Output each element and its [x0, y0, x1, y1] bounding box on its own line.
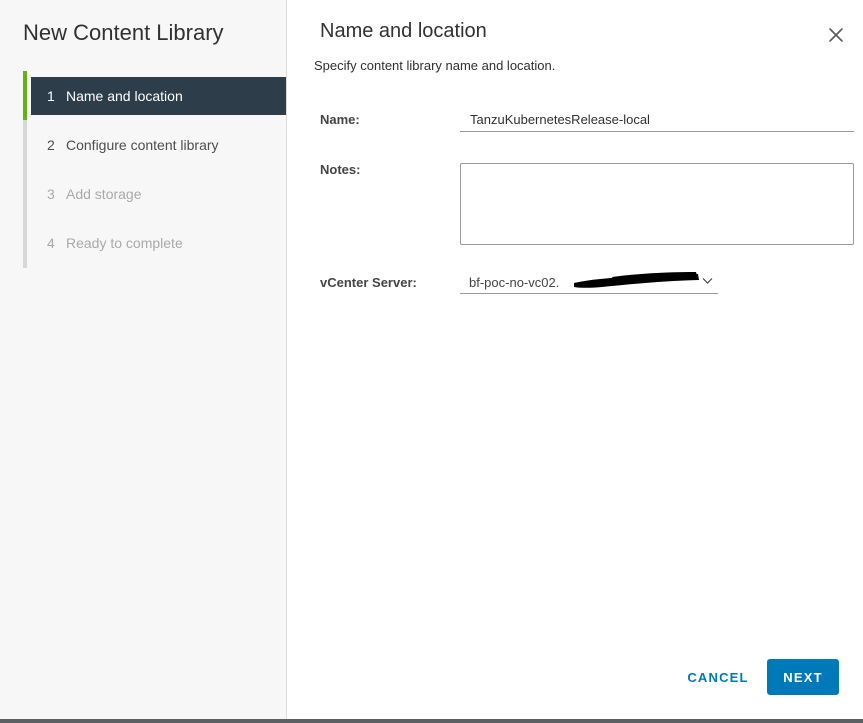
notes-textarea[interactable] — [460, 163, 854, 245]
name-label: Name: — [320, 112, 360, 127]
next-button[interactable]: NEXT — [767, 659, 839, 695]
cancel-button[interactable]: CANCEL — [680, 659, 756, 695]
step-number: 2 — [47, 137, 55, 153]
vcenter-server-select[interactable]: bf-poc-no-vc02. — [460, 272, 718, 294]
step-number: 1 — [47, 88, 55, 104]
vcenter-server-label: vCenter Server: — [320, 275, 417, 290]
vcenter-server-value: bf-poc-no-vc02. — [469, 275, 560, 290]
step-ready-to-complete: 4 Ready to complete — [31, 224, 286, 262]
step-configure-content-library[interactable]: 2 Configure content library — [31, 126, 286, 164]
background-strip — [0, 719, 863, 723]
wizard-title: New Content Library — [23, 20, 224, 45]
close-button[interactable] — [826, 25, 846, 45]
name-input[interactable] — [460, 108, 854, 132]
step-add-storage: 3 Add storage — [31, 175, 286, 213]
redaction-mark — [574, 272, 699, 288]
step-label: Ready to complete — [66, 235, 183, 251]
step-label: Add storage — [66, 186, 142, 202]
step-label: Configure content library — [66, 137, 219, 153]
close-icon — [829, 28, 843, 42]
step-number: 3 — [47, 186, 55, 202]
step-name-and-location[interactable]: 1 Name and location — [31, 77, 286, 115]
step-list: 1 Name and location 2 Configure content … — [23, 71, 286, 268]
wizard-step-panel: New Content Library 1 Name and location … — [0, 0, 287, 719]
new-content-library-wizard: New Content Library 1 Name and location … — [0, 0, 863, 723]
step-number: 4 — [47, 235, 55, 251]
page-title: Name and location — [320, 20, 487, 42]
step-label: Name and location — [66, 88, 183, 104]
page-subtitle: Specify content library name and locatio… — [314, 58, 556, 73]
notes-label: Notes: — [320, 162, 361, 177]
active-step-indicator — [23, 71, 27, 120]
chevron-down-icon — [702, 278, 713, 284]
